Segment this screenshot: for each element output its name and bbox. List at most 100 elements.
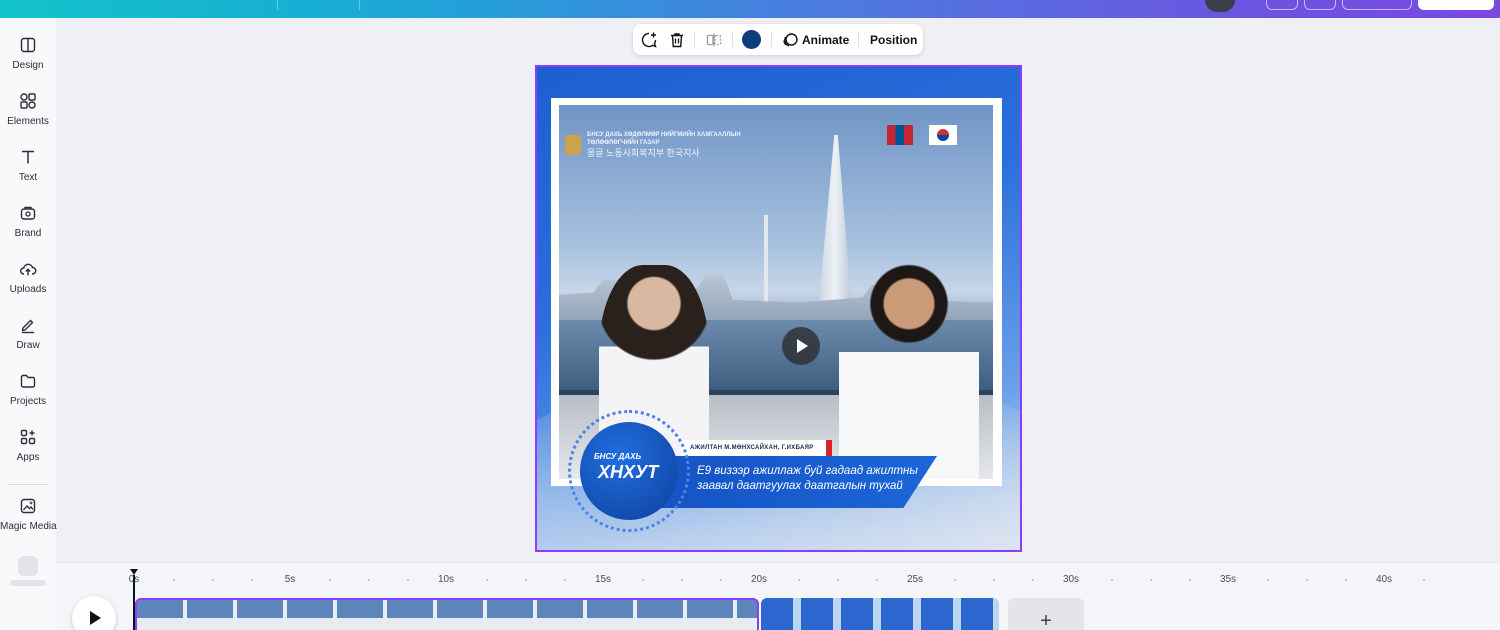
sidebar-loading-placeholder xyxy=(18,556,38,576)
clip-thumbnail xyxy=(587,600,633,630)
pen-icon xyxy=(21,319,34,334)
sidebar-item-elements[interactable]: Elements xyxy=(0,92,56,142)
photo-header-kr: 몽골 노동사회복지부 한국지사 xyxy=(587,148,700,158)
header-button[interactable] xyxy=(1266,0,1298,10)
clip-thumbnail xyxy=(187,600,233,630)
korea-flag xyxy=(929,125,957,145)
editor-header xyxy=(0,0,1500,18)
timeline-ruler-dot xyxy=(1266,579,1269,581)
video-play-button[interactable] xyxy=(782,327,820,365)
flip-button[interactable] xyxy=(705,30,723,49)
add-clip-button[interactable]: + xyxy=(1008,598,1084,630)
sidebar-loading-placeholder xyxy=(10,580,46,586)
photo-header: БНСУ ДАХЬ ХӨДӨЛМӨР НИЙГМИЙН ХАМГААЛЛЫН Т… xyxy=(587,131,747,159)
brand-bag-icon xyxy=(20,206,36,220)
toolbar-divider xyxy=(732,32,733,47)
lower-third-badge: БНСУ ДАХЬ ХНХУТ xyxy=(580,422,678,520)
clip-thumbnail xyxy=(537,600,583,630)
toolbar-divider xyxy=(694,32,695,47)
delete-button[interactable] xyxy=(668,30,686,49)
sidebar-item-label: Projects xyxy=(9,396,47,407)
sidebar-item-magic-media[interactable]: Magic Media xyxy=(0,497,57,547)
sidebar-item-label: Magic Media xyxy=(0,521,57,532)
emblem-logo xyxy=(565,135,581,155)
man-figure xyxy=(839,260,979,479)
timeline-ruler-dot xyxy=(485,579,488,581)
playhead-line xyxy=(133,575,135,630)
left-sidebar: Design Elements Text Brand Uploads Draw … xyxy=(0,18,57,630)
timeline-tick-label: 35s xyxy=(1219,574,1237,585)
layout-icon xyxy=(20,37,36,53)
badge-big-text: ХНХУТ xyxy=(598,462,659,482)
present-button[interactable] xyxy=(1418,0,1494,10)
text-t-icon xyxy=(22,150,34,164)
sidebar-item-label: Text xyxy=(18,172,38,183)
clip-thumbnail xyxy=(287,600,333,630)
lower-third-names: АЖИЛТАН М.МӨНХСАЙХАН, Г.ИХБАЯР xyxy=(682,440,832,456)
sidebar-item-text[interactable]: Text xyxy=(0,148,56,198)
avatar[interactable] xyxy=(1205,0,1235,12)
header-divider xyxy=(359,0,360,10)
timeline-ruler-dot xyxy=(1305,579,1308,581)
color-swatch-button[interactable] xyxy=(742,30,761,49)
sidebar-item-label: Elements xyxy=(7,116,49,127)
video-clip-2[interactable] xyxy=(761,598,999,630)
timeline-ruler-dot xyxy=(1149,579,1152,581)
clip-thumbnail xyxy=(637,600,683,630)
badge-small-text: БНСУ ДАХЬ xyxy=(594,452,642,461)
design-page[interactable]: БНСУ ДАХЬ ХӨДӨЛМӨР НИЙГМИЙН ХАМГААЛЛЫН Т… xyxy=(537,67,1020,550)
header-divider xyxy=(277,0,278,10)
shapes-icon xyxy=(20,93,36,109)
element-toolbar: Animate Position xyxy=(633,24,923,55)
clip-thumbnail xyxy=(137,600,183,630)
sidebar-item-brand[interactable]: Brand xyxy=(0,204,56,254)
position-button[interactable]: Position xyxy=(870,30,917,49)
timeline-ruler-dot xyxy=(719,579,722,581)
timeline-ruler-dot xyxy=(680,579,683,581)
sidebar-item-projects[interactable]: Projects xyxy=(0,372,56,422)
video-clip-1[interactable] xyxy=(135,598,759,630)
timeline-tick-label: 10s xyxy=(437,574,455,585)
apps-grid-icon xyxy=(20,429,36,445)
timeline-tick-label: 15s xyxy=(594,574,612,585)
magic-media-icon xyxy=(20,498,36,514)
timeline-tick-label: 40s xyxy=(1375,574,1393,585)
animate-label: Animate xyxy=(802,32,850,47)
timeline-tick-label: 30s xyxy=(1062,574,1080,585)
sidebar-item-draw[interactable]: Draw xyxy=(0,316,56,366)
timeline-tick-label: 5s xyxy=(284,574,296,585)
timeline-ruler-dot xyxy=(1188,579,1191,581)
timeline-ruler-dot xyxy=(1344,579,1347,581)
tv-tower-graphic xyxy=(764,215,768,315)
sidebar-item-label: Uploads xyxy=(9,284,47,295)
share-button[interactable] xyxy=(1342,0,1412,10)
clip-thumbnail xyxy=(437,600,483,630)
sidebar-item-design[interactable]: Design xyxy=(0,36,56,86)
timeline-ruler-dot xyxy=(563,579,566,581)
toolbar-divider xyxy=(858,32,859,47)
timeline-tick-label: 20s xyxy=(750,574,768,585)
clip-thumbnail xyxy=(387,600,433,630)
toolbar-divider xyxy=(771,32,772,47)
clip-thumbnail xyxy=(687,600,733,630)
sidebar-item-label: Design xyxy=(12,60,44,71)
animate-button[interactable]: Animate xyxy=(781,30,849,49)
lower-third-subtitle: E9 визээр ажиллаж буй гадаад ажилтны заа… xyxy=(697,465,918,492)
skyscraper-graphic xyxy=(817,135,853,325)
comment-button[interactable] xyxy=(1304,0,1336,10)
animate-icon xyxy=(783,32,798,47)
clip-thumbnail xyxy=(337,600,383,630)
folder-icon xyxy=(20,374,36,388)
sidebar-item-label: Draw xyxy=(16,340,40,351)
sidebar-item-apps[interactable]: Apps xyxy=(0,428,56,478)
comment-add-icon xyxy=(641,32,657,48)
timeline-ruler-dot xyxy=(1110,579,1113,581)
timeline-ruler-dot xyxy=(641,579,644,581)
position-label: Position xyxy=(870,32,918,47)
sidebar-item-uploads[interactable]: Uploads xyxy=(0,260,56,310)
add-comment-button[interactable] xyxy=(640,30,658,49)
clip-thumbnail xyxy=(487,600,533,630)
sidebar-item-label: Brand xyxy=(14,228,42,239)
timeline-ruler-dot xyxy=(524,579,527,581)
cloud-upload-icon xyxy=(19,263,37,276)
